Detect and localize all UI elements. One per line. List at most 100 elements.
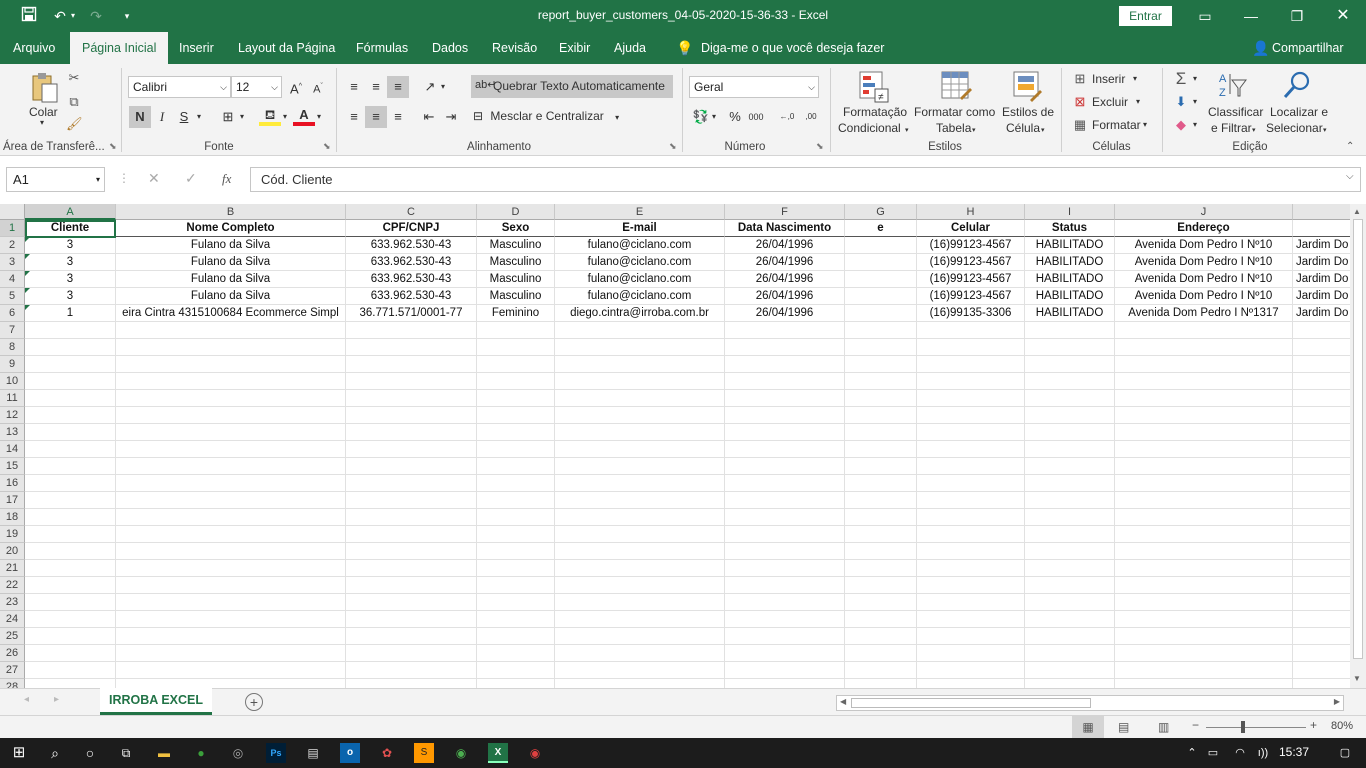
underline-button[interactable]: S xyxy=(173,106,195,128)
empty-cell[interactable] xyxy=(1293,560,1350,577)
increase-decimal-icon[interactable]: ←,0 xyxy=(776,106,798,128)
table-cell[interactable]: (16)99123-4567 xyxy=(917,254,1025,271)
empty-cell[interactable] xyxy=(1293,611,1350,628)
empty-cell[interactable] xyxy=(555,662,725,679)
empty-cell[interactable] xyxy=(1025,322,1115,339)
table-cell[interactable]: Masculino xyxy=(477,271,555,288)
empty-cell[interactable] xyxy=(725,543,845,560)
header-cell[interactable]: Data Nascimento xyxy=(725,220,845,237)
table-cell[interactable]: Avenida Dom Pedro I Nº10 xyxy=(1115,288,1293,305)
empty-cell[interactable] xyxy=(116,424,346,441)
empty-cell[interactable] xyxy=(917,662,1025,679)
select-all-corner[interactable] xyxy=(0,204,25,220)
sort-filter-dropdown-icon[interactable]: ▾ xyxy=(1252,126,1256,134)
align-right-icon[interactable]: ≡ xyxy=(387,106,409,128)
empty-cell[interactable] xyxy=(1025,356,1115,373)
sublime-icon[interactable]: S xyxy=(414,743,434,763)
orientation-dropdown-icon[interactable]: ▾ xyxy=(441,82,445,91)
table-cell[interactable]: Feminino xyxy=(477,305,555,322)
empty-cell[interactable] xyxy=(845,645,917,662)
header-cell[interactable]: Celular xyxy=(917,220,1025,237)
empty-cell[interactable] xyxy=(116,679,346,688)
empty-cell[interactable] xyxy=(555,594,725,611)
row-header[interactable]: 25 xyxy=(0,628,25,645)
search-icon[interactable]: ⌕ xyxy=(45,743,65,763)
empty-cell[interactable] xyxy=(555,407,725,424)
empty-cell[interactable] xyxy=(917,441,1025,458)
empty-cell[interactable] xyxy=(725,424,845,441)
empty-cell[interactable] xyxy=(1115,339,1293,356)
empty-cell[interactable] xyxy=(1293,526,1350,543)
empty-cell[interactable] xyxy=(25,458,116,475)
empty-cell[interactable] xyxy=(346,645,477,662)
format-as-table-dropdown-icon[interactable]: ▾ xyxy=(972,126,976,134)
empty-cell[interactable] xyxy=(25,373,116,390)
column-header[interactable]: D xyxy=(477,204,555,220)
delete-cells-label[interactable]: Excluir xyxy=(1092,95,1128,109)
header-cell[interactable]: Status xyxy=(1025,220,1115,237)
table-cell[interactable]: (16)99123-4567 xyxy=(917,271,1025,288)
expand-formula-icon[interactable]: ⌵ xyxy=(1346,171,1354,182)
empty-cell[interactable] xyxy=(1025,645,1115,662)
find-select-dropdown-icon[interactable]: ▾ xyxy=(1323,126,1327,134)
table-cell[interactable]: Masculino xyxy=(477,288,555,305)
empty-cell[interactable] xyxy=(917,407,1025,424)
align-left-icon[interactable]: ≡ xyxy=(343,106,365,128)
currency-dropdown-icon[interactable]: ▾ xyxy=(712,112,716,121)
table-cell[interactable]: (16)99123-4567 xyxy=(917,237,1025,254)
column-header[interactable]: H xyxy=(917,204,1025,220)
empty-cell[interactable] xyxy=(346,526,477,543)
clear-icon[interactable]: ◆ xyxy=(1172,117,1190,133)
chrome-icon-2[interactable]: ◉ xyxy=(525,743,545,763)
outlook-icon[interactable]: o xyxy=(340,743,360,763)
h-scroll-thumb[interactable] xyxy=(851,698,1091,708)
empty-cell[interactable] xyxy=(555,441,725,458)
empty-cell[interactable] xyxy=(917,526,1025,543)
dialog-launcher-icon[interactable]: ⬊ xyxy=(816,141,824,152)
empty-cell[interactable] xyxy=(1293,424,1350,441)
empty-cell[interactable] xyxy=(25,407,116,424)
app-paint-icon[interactable]: ✿ xyxy=(377,743,397,763)
row-header[interactable]: 26 xyxy=(0,645,25,662)
empty-cell[interactable] xyxy=(477,475,555,492)
row-header[interactable]: 27 xyxy=(0,662,25,679)
empty-cell[interactable] xyxy=(725,492,845,509)
orientation-icon[interactable]: ↗ xyxy=(419,76,441,98)
empty-cell[interactable] xyxy=(116,356,346,373)
tab-inserir[interactable]: Inserir xyxy=(179,32,214,64)
empty-cell[interactable] xyxy=(1025,577,1115,594)
empty-cell[interactable] xyxy=(116,373,346,390)
empty-cell[interactable] xyxy=(555,628,725,645)
scroll-thumb[interactable] xyxy=(1353,219,1363,659)
empty-cell[interactable] xyxy=(917,390,1025,407)
paste-dropdown-icon[interactable]: ▾ xyxy=(40,118,44,127)
empty-cell[interactable] xyxy=(1115,645,1293,662)
empty-cell[interactable] xyxy=(1293,594,1350,611)
empty-cell[interactable] xyxy=(725,509,845,526)
empty-cell[interactable] xyxy=(725,373,845,390)
currency-icon[interactable]: 💱 xyxy=(690,106,712,128)
empty-cell[interactable] xyxy=(346,628,477,645)
empty-cell[interactable] xyxy=(346,662,477,679)
insert-cells-icon[interactable]: ⊞ xyxy=(1072,71,1088,87)
empty-cell[interactable] xyxy=(116,662,346,679)
empty-cell[interactable] xyxy=(25,492,116,509)
table-cell[interactable]: Masculino xyxy=(477,254,555,271)
cell-styles-label-1[interactable]: Estilos de xyxy=(1002,105,1054,119)
cell-styles-dropdown-icon[interactable]: ▾ xyxy=(1041,126,1045,134)
empty-cell[interactable] xyxy=(25,543,116,560)
sign-in-button[interactable]: Entrar xyxy=(1119,6,1172,26)
empty-cell[interactable] xyxy=(917,356,1025,373)
table-cell[interactable]: 633.962.530-43 xyxy=(346,288,477,305)
table-cell[interactable]: HABILITADO xyxy=(1025,271,1115,288)
font-name-dropdown[interactable]: Calibri ⌵ xyxy=(128,76,231,98)
row-header[interactable]: 23 xyxy=(0,594,25,611)
empty-cell[interactable] xyxy=(25,356,116,373)
empty-cell[interactable] xyxy=(917,611,1025,628)
empty-cell[interactable] xyxy=(116,577,346,594)
empty-cell[interactable] xyxy=(346,390,477,407)
empty-cell[interactable] xyxy=(725,441,845,458)
row-header[interactable]: 5 xyxy=(0,288,25,305)
empty-cell[interactable] xyxy=(1115,560,1293,577)
empty-cell[interactable] xyxy=(555,373,725,390)
